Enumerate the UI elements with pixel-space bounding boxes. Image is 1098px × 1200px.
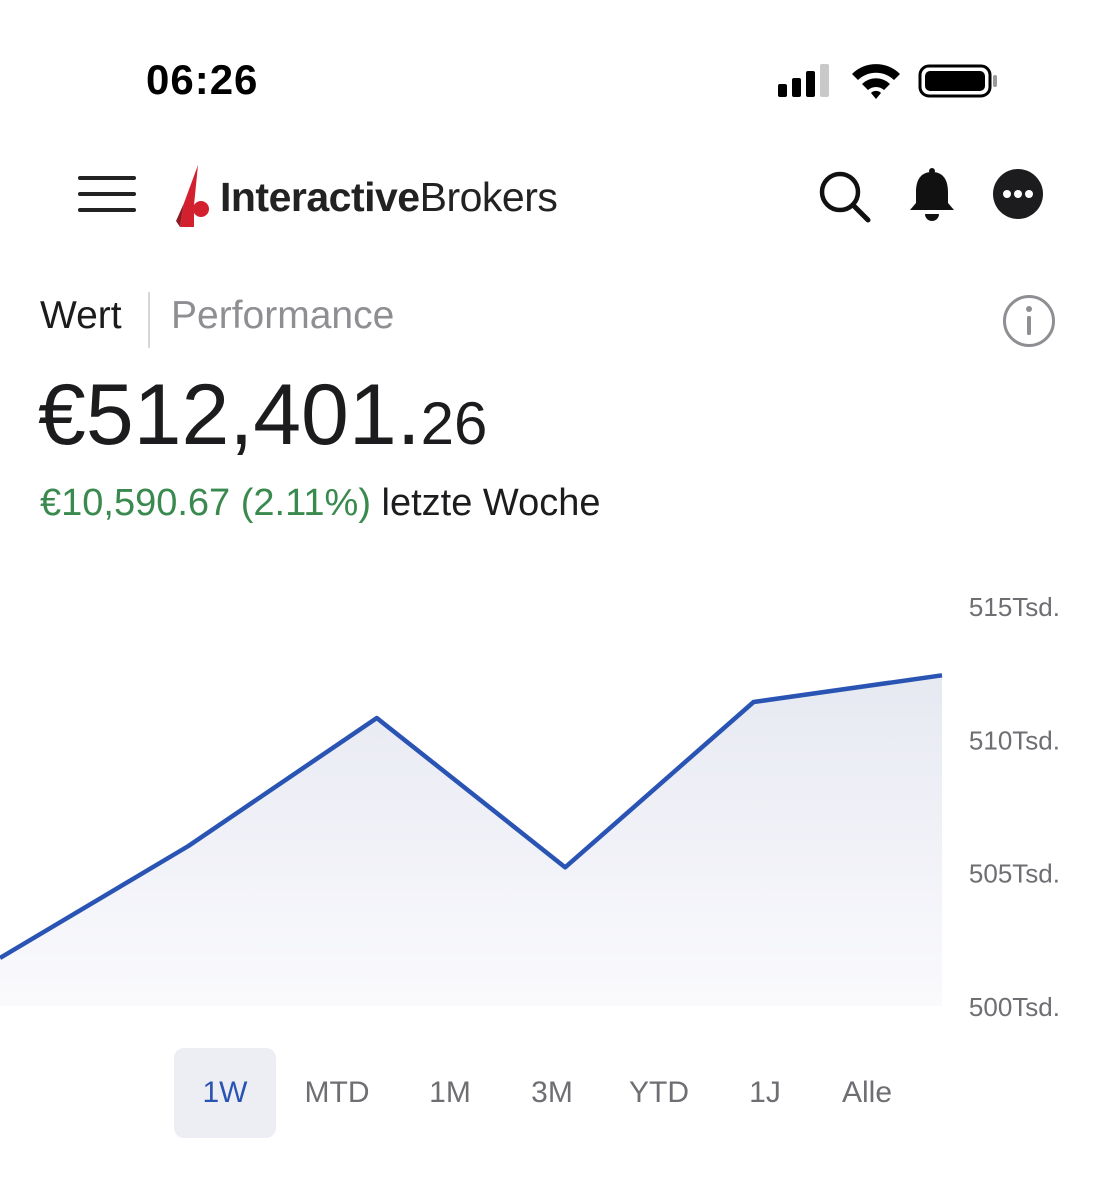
- range-button-mtd[interactable]: MTD: [276, 1048, 398, 1138]
- tab-wert[interactable]: Wert: [40, 294, 122, 338]
- portfolio-change: €10,590.67 (2.11%) letzte Woche: [40, 482, 601, 525]
- range-button-1w[interactable]: 1W: [174, 1048, 276, 1138]
- range-button-1j[interactable]: 1J: [716, 1048, 814, 1138]
- search-icon[interactable]: [816, 168, 872, 229]
- tab-divider: [148, 292, 150, 348]
- range-button-1m[interactable]: 1M: [398, 1048, 502, 1138]
- y-tick-label: 515Tsd.: [969, 592, 1060, 622]
- battery-icon: [918, 64, 997, 98]
- bell-icon[interactable]: [906, 166, 958, 227]
- portfolio-value: €512,401.26: [38, 366, 487, 465]
- more-icon[interactable]: [992, 168, 1044, 225]
- change-amount: €10,590.67 (2.11%): [40, 482, 371, 524]
- change-period: letzte Woche: [381, 482, 601, 524]
- portfolio-value-integer: €512,401.: [38, 367, 421, 463]
- y-tick-label: 505Tsd.: [969, 859, 1060, 889]
- portfolio-chart[interactable]: 515Tsd. 510Tsd. 505Tsd. 500Tsd.: [0, 570, 1098, 1030]
- status-time: 06:26: [146, 56, 259, 103]
- cellular-signal-icon: [778, 64, 829, 97]
- brand-mark-icon: [176, 165, 209, 227]
- menu-icon[interactable]: [78, 176, 136, 216]
- info-icon[interactable]: [1002, 294, 1056, 353]
- brand-wordmark: InteractiveBrokers: [220, 173, 558, 220]
- range-button-alle[interactable]: Alle: [814, 1048, 920, 1138]
- chart-area: [0, 675, 942, 1006]
- portfolio-value-decimals: 26: [420, 390, 488, 457]
- range-button-ytd[interactable]: YTD: [602, 1048, 716, 1138]
- y-axis-ticks: 515Tsd. 510Tsd. 505Tsd. 500Tsd.: [969, 592, 1060, 1022]
- range-button-3m[interactable]: 3M: [502, 1048, 602, 1138]
- status-icons: [778, 62, 1000, 107]
- range-selector: 1W MTD 1M 3M YTD 1J Alle: [174, 1048, 920, 1138]
- wifi-icon: [852, 64, 900, 99]
- brand-logo: InteractiveBrokers: [176, 162, 558, 232]
- y-tick-label: 500Tsd.: [969, 992, 1060, 1022]
- tab-performance[interactable]: Performance: [171, 294, 394, 338]
- y-tick-label: 510Tsd.: [969, 725, 1060, 755]
